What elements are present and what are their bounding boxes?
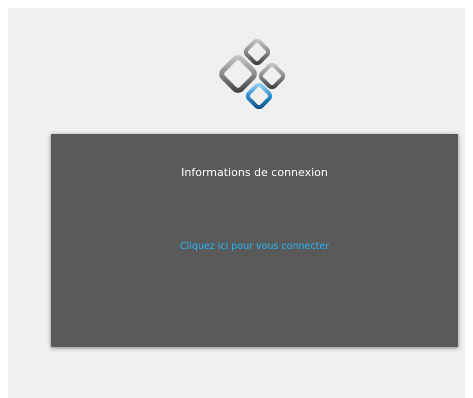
login-info-panel: Informations de connexion Cliquez ici po…: [51, 134, 458, 347]
panel-title: Informations de connexion: [181, 166, 328, 179]
diamond-squares-logo-icon: [219, 38, 286, 110]
page-background: Informations de connexion Cliquez ici po…: [8, 8, 465, 398]
login-link[interactable]: Cliquez ici pour vous connecter: [51, 241, 458, 252]
